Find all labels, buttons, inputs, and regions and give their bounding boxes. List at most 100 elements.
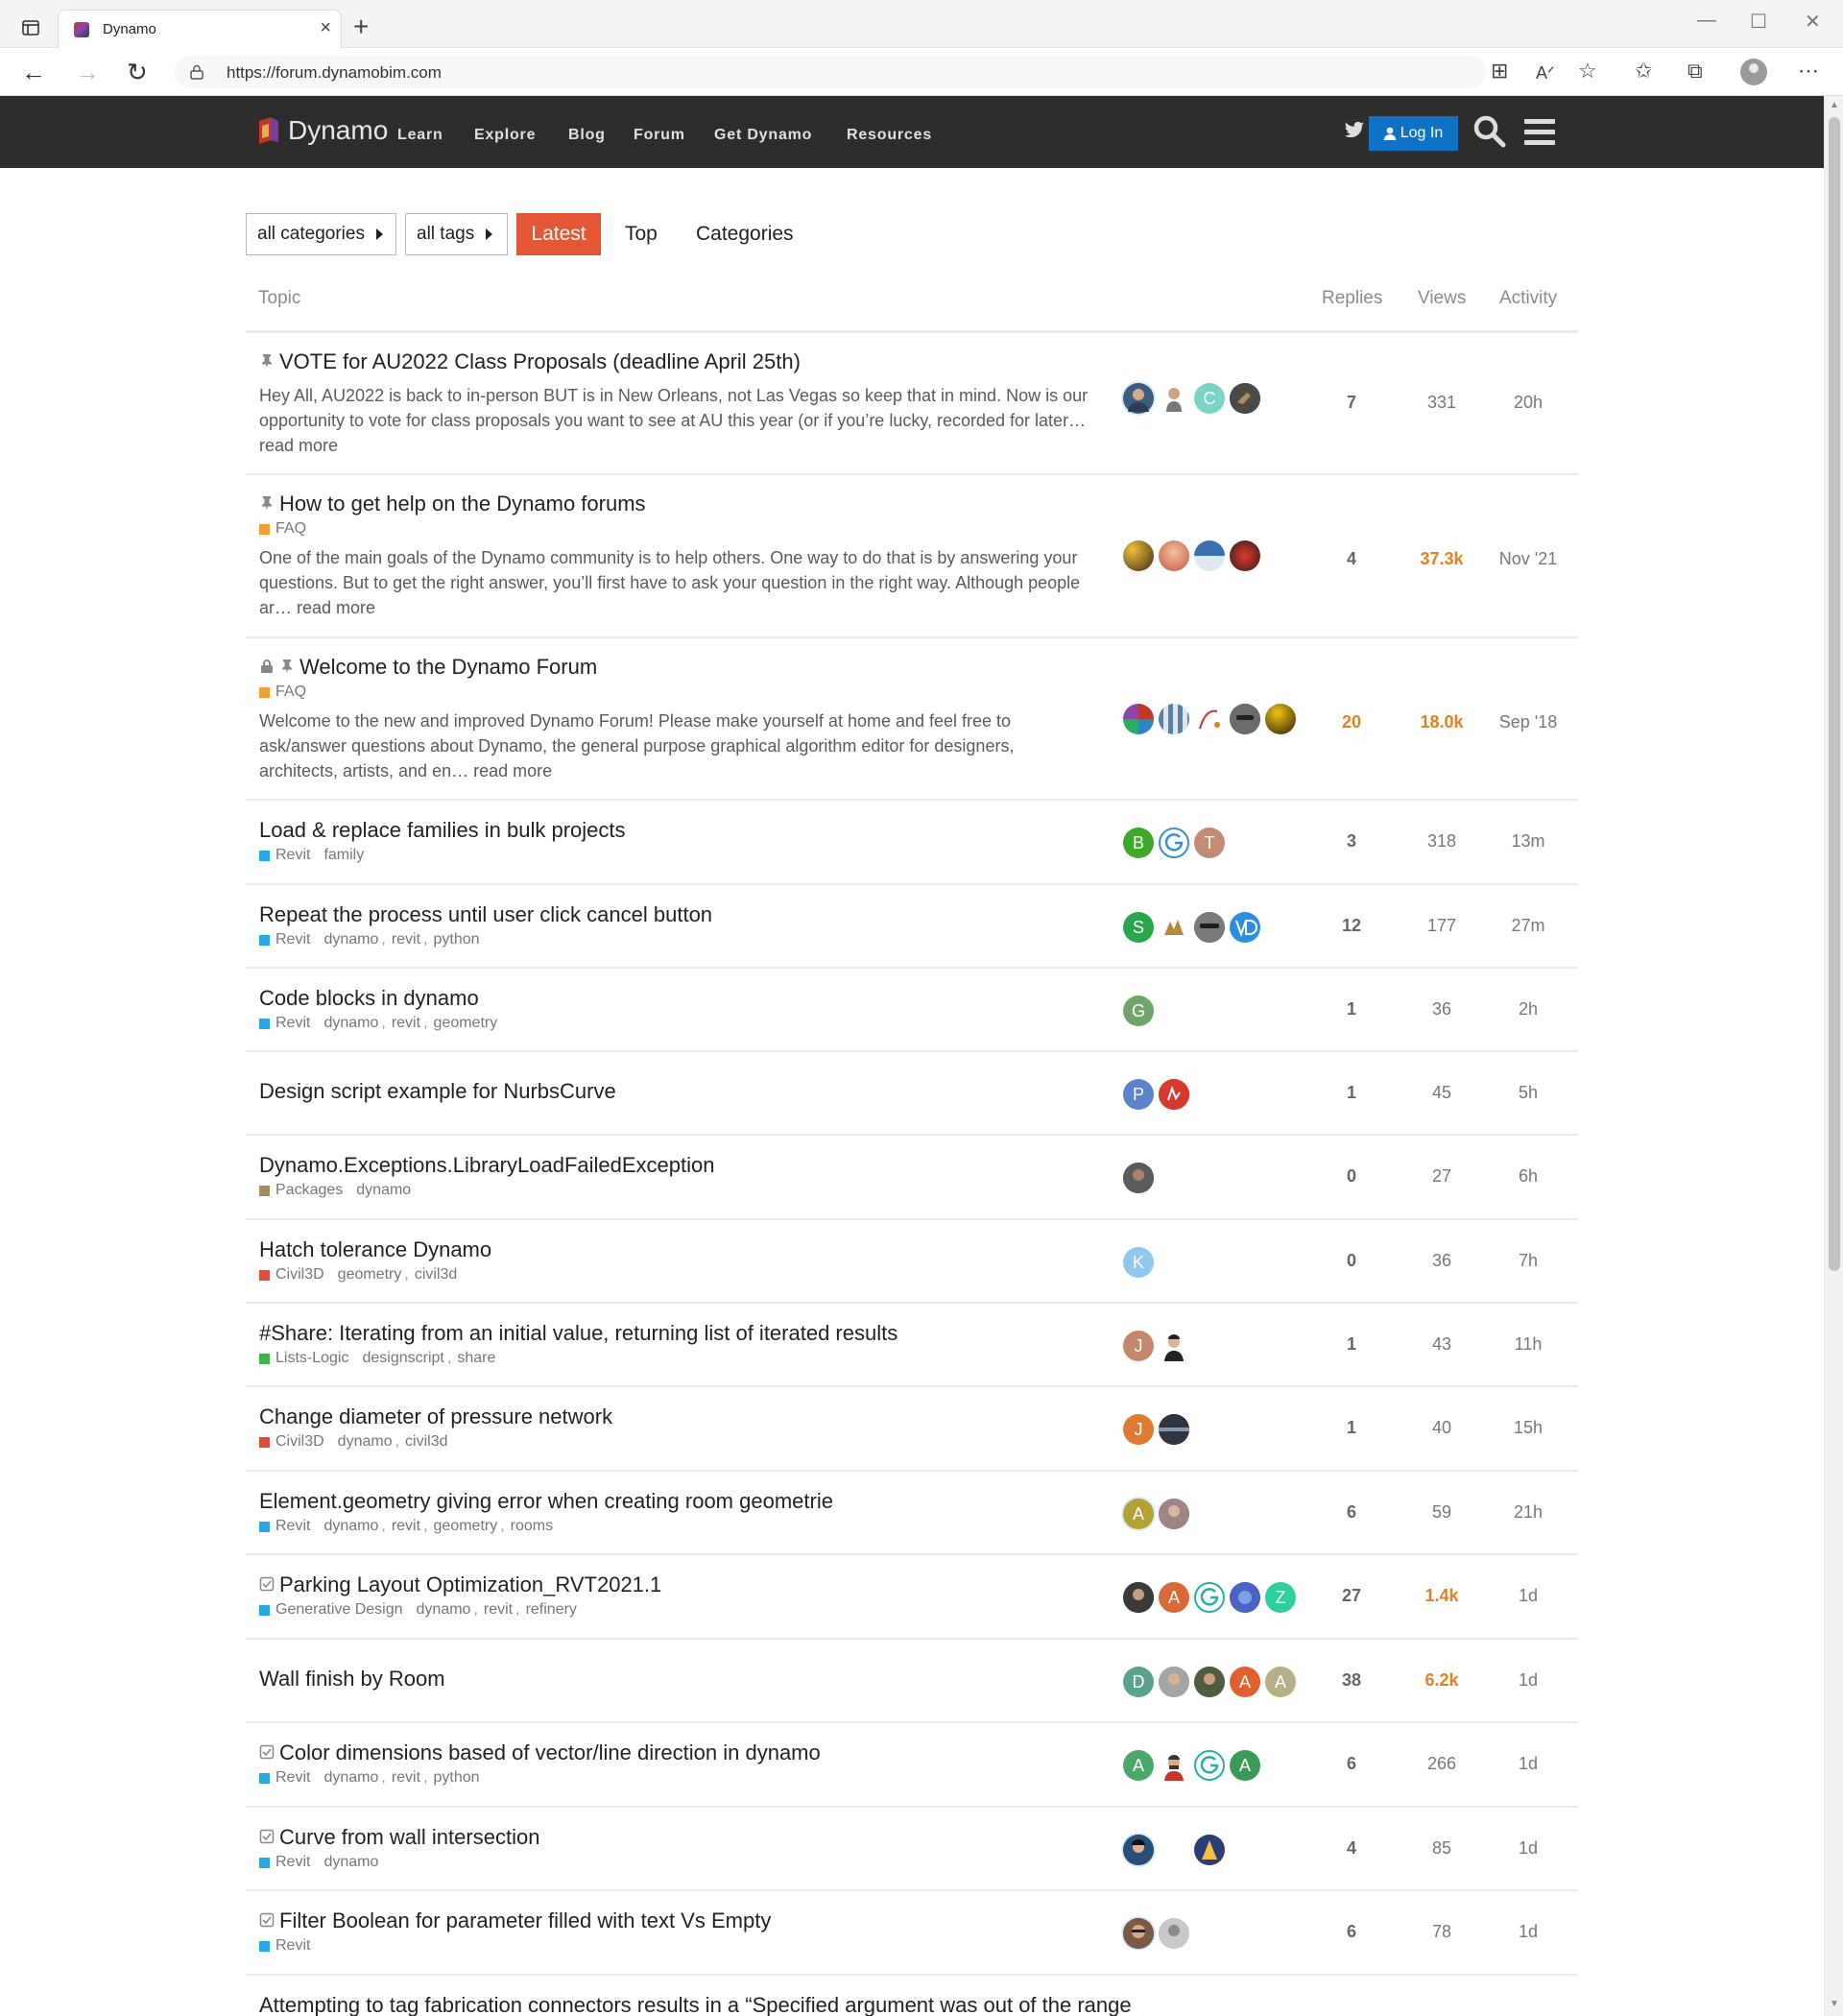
tag[interactable]: refinery: [526, 1601, 577, 1619]
topic-title[interactable]: VOTE for AU2022 Class Proposals (deadlin…: [259, 349, 801, 374]
tags-dropdown[interactable]: all tags: [405, 213, 508, 255]
tag[interactable]: dynamo: [323, 1854, 378, 1871]
tag[interactable]: dynamo: [356, 1182, 411, 1199]
avatar[interactable]: [1159, 828, 1189, 858]
category-badge[interactable]: Generative Design: [275, 1601, 403, 1619]
avatar[interactable]: [1265, 704, 1296, 734]
avatar[interactable]: [1123, 383, 1154, 414]
activity-time[interactable]: 13m: [1490, 831, 1567, 852]
activity-time[interactable]: 21h: [1490, 1502, 1567, 1523]
tag[interactable]: civil3d: [405, 1433, 447, 1451]
avatar[interactable]: [1194, 1835, 1225, 1865]
avatar[interactable]: Z: [1265, 1582, 1296, 1613]
reply-count[interactable]: 1: [1313, 1334, 1390, 1355]
avatar[interactable]: [1194, 1667, 1225, 1697]
avatar[interactable]: [1159, 1414, 1189, 1445]
topic-row[interactable]: Curve from wall intersection Revit dynam…: [246, 1808, 1578, 1891]
back-icon[interactable]: ←: [21, 60, 46, 84]
avatar[interactable]: [1194, 540, 1225, 571]
tab-close-icon[interactable]: ×: [320, 18, 331, 37]
topic-title[interactable]: Welcome to the Dynamo Forum: [259, 655, 597, 680]
category-badge[interactable]: FAQ: [275, 520, 306, 538]
reply-count[interactable]: 20: [1313, 712, 1390, 732]
topic-row[interactable]: #Share: Iterating from an initial value,…: [246, 1304, 1578, 1387]
column-views[interactable]: Views: [1418, 288, 1466, 309]
category-badge[interactable]: Revit: [275, 847, 310, 864]
topic-row[interactable]: Welcome to the Dynamo Forum FAQ Welcome …: [246, 638, 1578, 801]
avatar[interactable]: [1194, 912, 1225, 943]
avatar[interactable]: [1159, 1499, 1189, 1529]
activity-time[interactable]: Sep '18: [1490, 712, 1567, 732]
category-badge[interactable]: Civil3D: [275, 1433, 324, 1451]
avatar[interactable]: [1230, 540, 1260, 571]
activity-time[interactable]: 5h: [1490, 1083, 1567, 1103]
reply-count[interactable]: 7: [1313, 393, 1390, 413]
window-maximize-icon[interactable]: ☐: [1750, 10, 1767, 34]
url-field[interactable]: https://forum.dynamobim.com: [175, 56, 1486, 88]
tag[interactable]: python: [434, 1769, 480, 1787]
reply-count[interactable]: 38: [1313, 1670, 1390, 1691]
topic-title[interactable]: Element.geometry giving error when creat…: [259, 1489, 833, 1514]
activity-time[interactable]: 1d: [1490, 1586, 1567, 1606]
activity-time[interactable]: 20h: [1490, 393, 1567, 413]
tag[interactable]: dynamo: [417, 1601, 471, 1619]
avatar[interactable]: [1230, 912, 1260, 943]
activity-time[interactable]: 11h: [1490, 1334, 1567, 1355]
topic-title[interactable]: Dynamo.Exceptions.LibraryLoadFailedExcep…: [259, 1153, 714, 1178]
nav-forum[interactable]: Forum: [634, 127, 685, 144]
reply-count[interactable]: 12: [1313, 916, 1390, 936]
tag[interactable]: dynamo: [323, 1769, 378, 1787]
tag[interactable]: dynamo: [338, 1433, 393, 1451]
topic-title[interactable]: Wall finish by Room: [259, 1667, 445, 1692]
reply-count[interactable]: 6: [1313, 1502, 1390, 1523]
column-activity[interactable]: Activity: [1499, 288, 1557, 309]
collections-icon[interactable]: ⧉: [1687, 60, 1703, 82]
avatar[interactable]: S: [1123, 912, 1154, 943]
window-minimize-icon[interactable]: —: [1697, 10, 1716, 32]
category-badge[interactable]: FAQ: [275, 684, 306, 701]
reply-count[interactable]: 3: [1313, 831, 1390, 852]
logo-text[interactable]: Dynamo: [288, 115, 388, 146]
page-scrollbar[interactable]: ▲ ▼: [1824, 96, 1843, 2016]
tag[interactable]: geometry: [434, 1015, 498, 1032]
topic-row[interactable]: Change diameter of pressure network Civi…: [246, 1387, 1578, 1472]
topic-row[interactable]: Load & replace families in bulk projects…: [246, 801, 1578, 885]
topic-row[interactable]: Wall finish by Room D A A 38 6.2k 1d: [246, 1640, 1578, 1723]
nav-get-dynamo[interactable]: Get Dynamo: [714, 127, 812, 144]
topic-title[interactable]: Curve from wall intersection: [259, 1825, 539, 1850]
nav-resources[interactable]: Resources: [847, 127, 932, 144]
avatar[interactable]: A: [1123, 1499, 1154, 1529]
category-badge[interactable]: Revit: [275, 931, 310, 948]
activity-time[interactable]: 1d: [1490, 1838, 1567, 1859]
reload-icon[interactable]: ↻: [127, 60, 148, 84]
topic-title[interactable]: Attempting to tag fabrication connectors…: [259, 1993, 1132, 2016]
twitter-icon[interactable]: [1344, 121, 1365, 140]
avatar[interactable]: A: [1159, 1582, 1189, 1613]
topic-title[interactable]: Design script example for NurbsCurve: [259, 1079, 616, 1104]
avatar[interactable]: [1194, 704, 1225, 734]
avatar[interactable]: J: [1123, 1414, 1154, 1445]
avatar[interactable]: [1194, 1582, 1225, 1613]
category-badge[interactable]: Revit: [275, 1769, 310, 1787]
activity-time[interactable]: 2h: [1490, 999, 1567, 1020]
tag[interactable]: rooms: [511, 1518, 553, 1535]
avatar[interactable]: [1159, 1079, 1189, 1110]
avatar[interactable]: [1159, 704, 1189, 734]
tag[interactable]: share: [457, 1350, 495, 1367]
avatar[interactable]: [1123, 1835, 1154, 1865]
avatar[interactable]: A: [1265, 1667, 1296, 1697]
reply-count[interactable]: 4: [1313, 1838, 1390, 1859]
tab-categories[interactable]: Categories: [696, 213, 794, 255]
reply-count[interactable]: 6: [1313, 1922, 1390, 1942]
topic-row[interactable]: Attempting to tag fabrication connectors…: [246, 1976, 1578, 2016]
reply-count[interactable]: 4: [1313, 549, 1390, 569]
tag[interactable]: python: [434, 931, 480, 948]
topic-row[interactable]: Color dimensions based of vector/line di…: [246, 1723, 1578, 1808]
new-tab-icon[interactable]: +: [353, 13, 369, 40]
activity-time[interactable]: 1d: [1490, 1670, 1567, 1691]
search-icon[interactable]: [1472, 114, 1507, 149]
topic-title[interactable]: Filter Boolean for parameter filled with…: [259, 1908, 771, 1933]
tag[interactable]: dynamo: [323, 1518, 378, 1535]
topic-title[interactable]: Change diameter of pressure network: [259, 1404, 612, 1429]
reply-count[interactable]: 0: [1313, 1251, 1390, 1271]
